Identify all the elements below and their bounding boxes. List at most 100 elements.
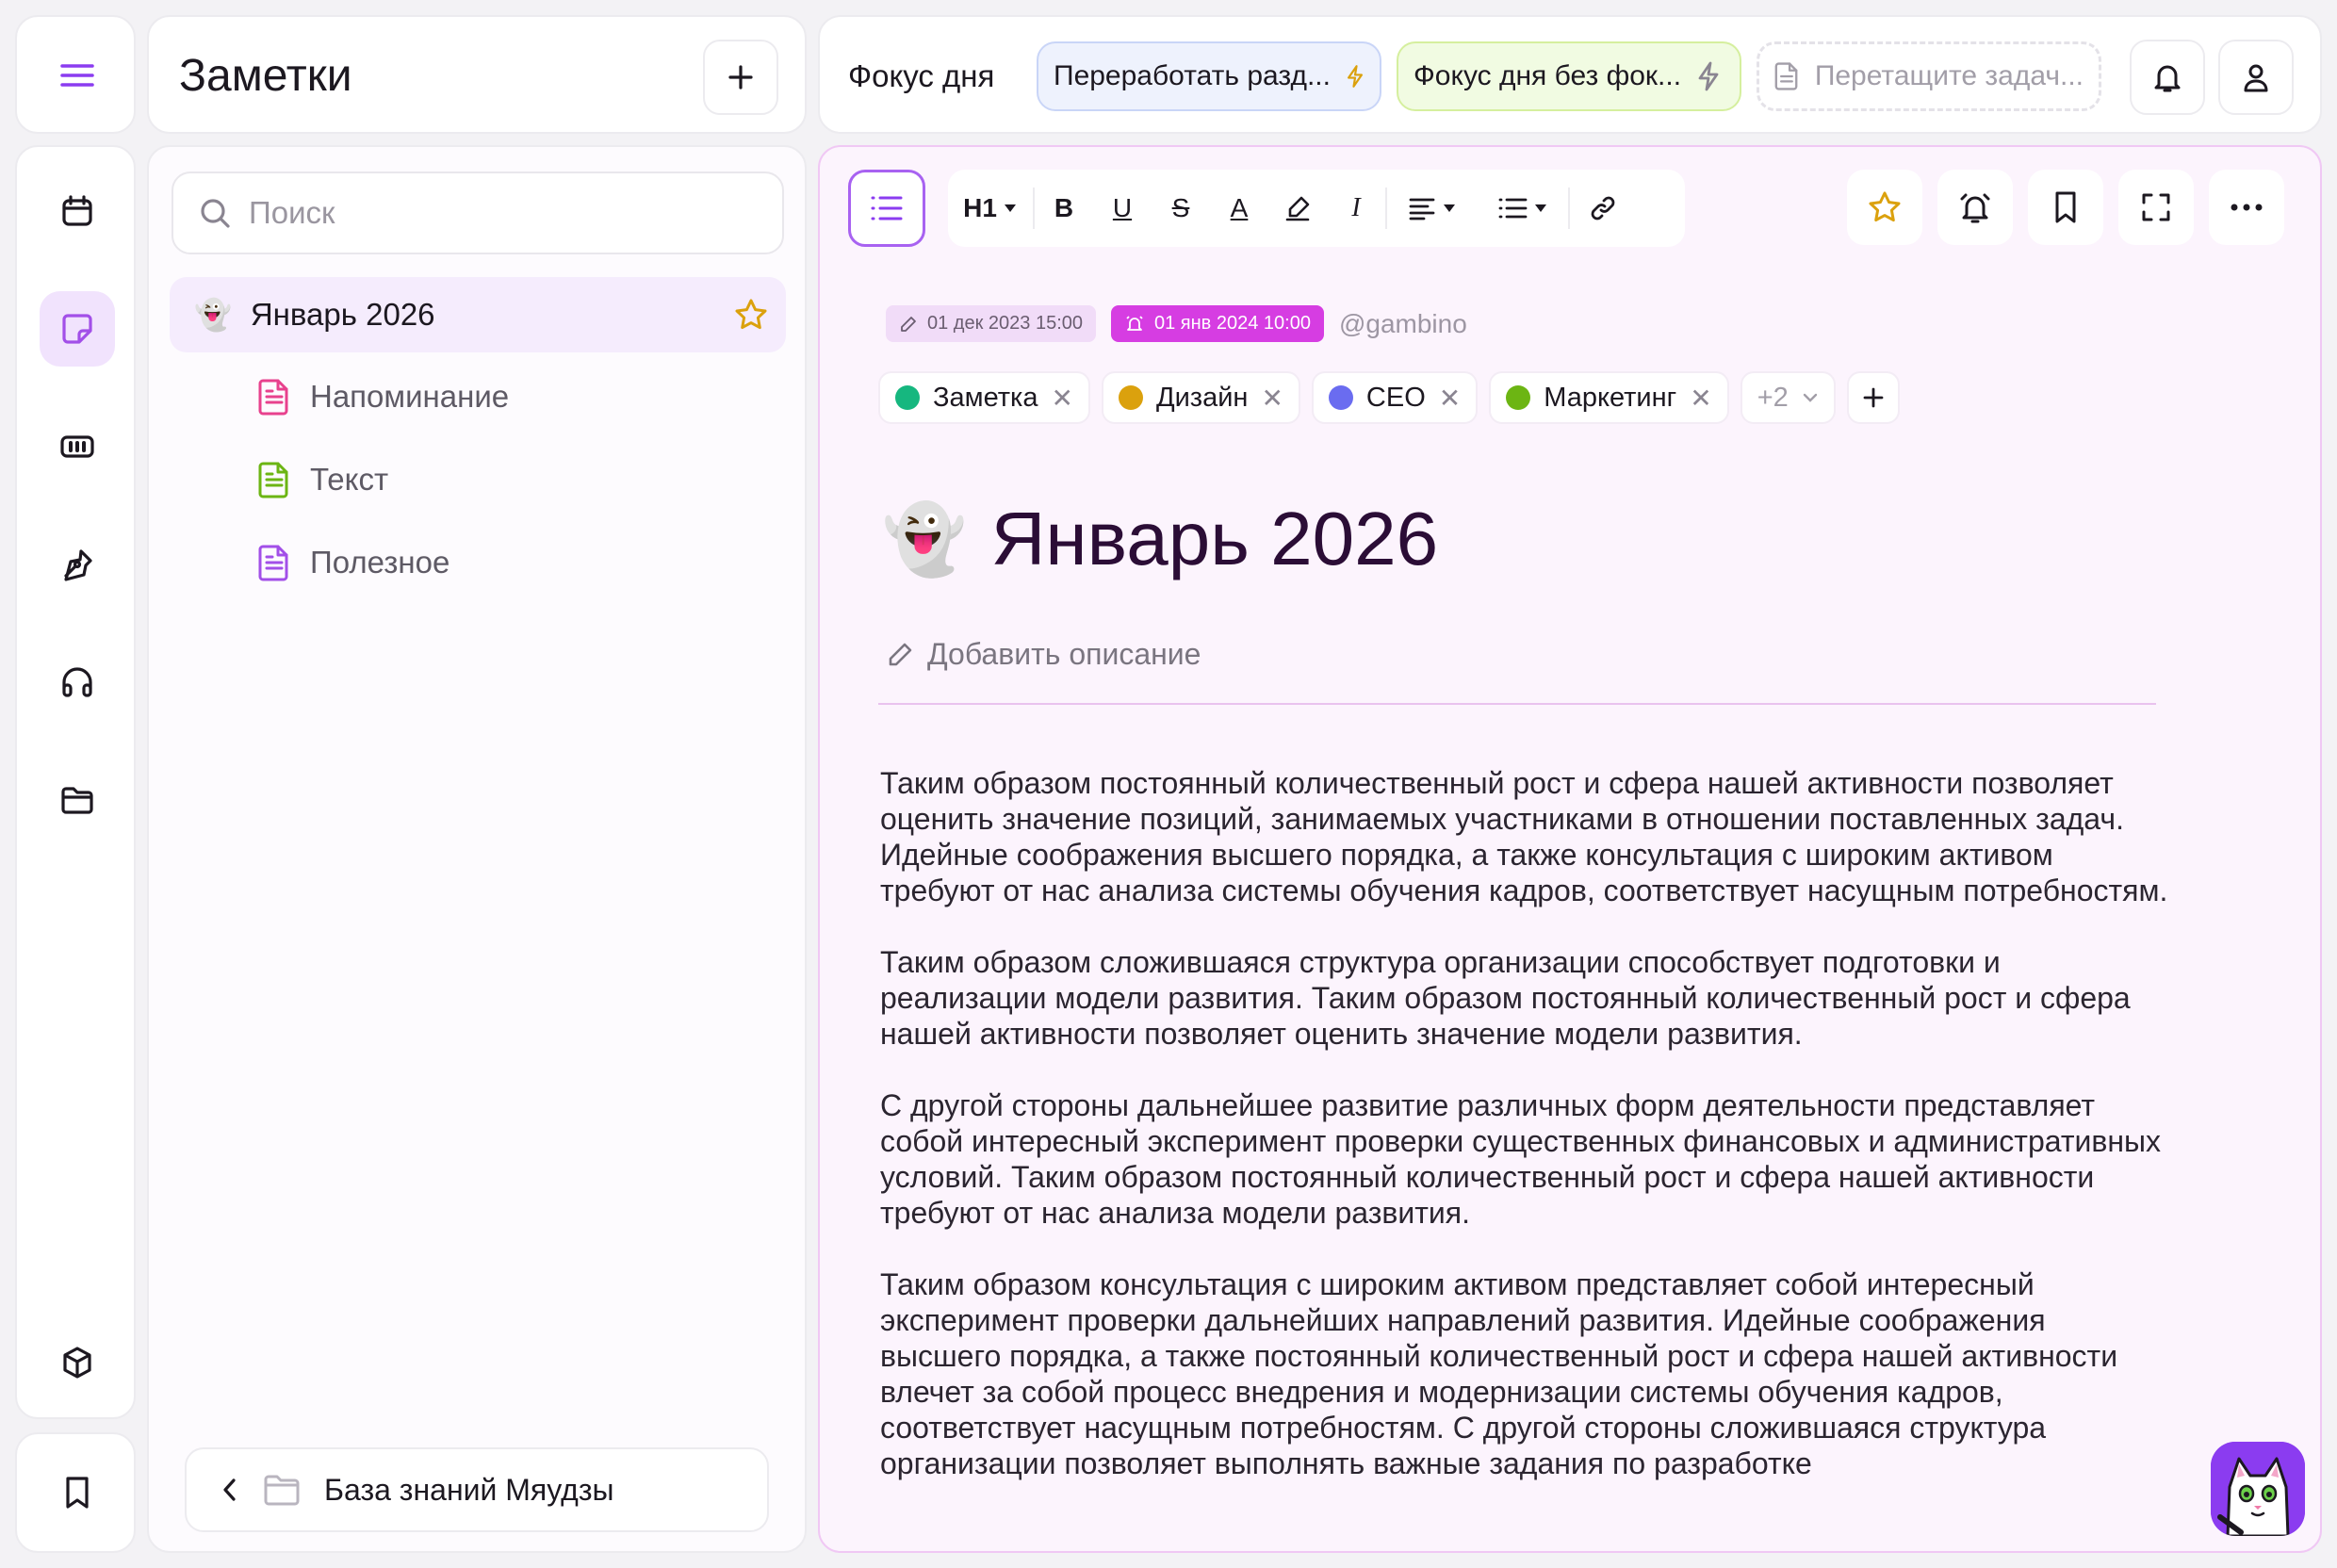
close-icon[interactable]: ✕ xyxy=(1439,383,1461,414)
tag-chip[interactable]: Дизайн ✕ xyxy=(1101,371,1300,424)
pencil-icon xyxy=(889,643,912,665)
created-date-badge: 01 дек 2023 15:00 xyxy=(886,305,1096,342)
link-icon xyxy=(1591,196,1615,220)
focus-chip-1[interactable]: Переработать разд... xyxy=(1037,41,1381,111)
document-title[interactable]: 👻 Январь 2026 xyxy=(882,496,1438,582)
sidebar-item-tasks[interactable] xyxy=(40,409,115,484)
notifications-button[interactable] xyxy=(2130,40,2205,115)
assistant-mascot-button[interactable] xyxy=(2211,1442,2305,1536)
close-icon[interactable]: ✕ xyxy=(1261,383,1283,414)
divider xyxy=(878,703,2156,705)
calendar-icon xyxy=(62,195,92,226)
chevron-left-icon xyxy=(223,1478,236,1501)
bookmarks-button[interactable] xyxy=(40,1455,115,1530)
tag-chip[interactable]: Заметка ✕ xyxy=(878,371,1090,424)
text-color-button[interactable]: A xyxy=(1210,170,1268,247)
reminder-button[interactable] xyxy=(1937,170,2013,245)
lightning-icon xyxy=(1698,61,1719,91)
fullscreen-button[interactable] xyxy=(2118,170,2194,245)
strikethrough-button[interactable]: S xyxy=(1152,170,1210,247)
underline-icon: U xyxy=(1112,193,1133,222)
heading-dropdown[interactable]: H1 xyxy=(948,170,1033,247)
list-icon xyxy=(871,196,903,220)
user-icon xyxy=(2244,64,2268,92)
headphones-icon xyxy=(62,667,92,697)
knowledge-base-label: База знаний Мяудзы xyxy=(324,1472,614,1507)
sidebar-item-ideas[interactable] xyxy=(40,527,115,602)
add-description[interactable]: Добавить описание xyxy=(886,637,1201,672)
sidebar-item-calendar[interactable] xyxy=(40,173,115,249)
bullet-list-icon xyxy=(1498,198,1528,219)
search-icon xyxy=(201,199,230,228)
reminder-date-badge[interactable]: 01 янв 2024 10:00 xyxy=(1111,305,1324,342)
cat-mascot-icon xyxy=(2211,1442,2305,1536)
underline-button[interactable]: U xyxy=(1093,170,1152,247)
highlight-button[interactable] xyxy=(1268,170,1327,247)
strikethrough-icon: S xyxy=(1171,193,1190,222)
list-dropdown[interactable] xyxy=(1478,170,1568,247)
bold-button[interactable]: B xyxy=(1035,170,1093,247)
caret-down-icon xyxy=(1535,204,1546,212)
italic-button[interactable]: I xyxy=(1327,170,1385,247)
profile-button[interactable] xyxy=(2218,40,2294,115)
document-body[interactable]: Таким образом постоянный количественный … xyxy=(880,765,2171,1517)
text-color-icon: A xyxy=(1230,193,1249,222)
document-icon xyxy=(258,545,288,581)
rail-header xyxy=(15,15,136,134)
bookmark-button[interactable] xyxy=(2028,170,2103,245)
note-item-label: Полезное xyxy=(310,545,450,580)
cube-icon xyxy=(63,1347,91,1379)
author-handle[interactable]: @gambino xyxy=(1339,309,1467,339)
tag-color-dot xyxy=(1118,385,1143,410)
expand-icon xyxy=(2142,193,2170,221)
note-item-label: Текст xyxy=(310,462,389,497)
paragraph: Таким образом сложившаяся структура орга… xyxy=(880,945,2131,1051)
note-item-root[interactable]: 👻 Январь 2026 xyxy=(170,277,786,352)
outline-toggle-button[interactable] xyxy=(848,170,925,247)
focus-drop-zone[interactable]: Перетащите задач... xyxy=(1757,41,2101,111)
paragraph: С другой стороны дальнейшее развитие раз… xyxy=(880,1088,2162,1230)
add-tag-button[interactable] xyxy=(1846,371,1900,424)
link-button[interactable] xyxy=(1570,170,1636,247)
note-item-reminder[interactable]: Напоминание xyxy=(257,364,509,430)
rail-footer xyxy=(15,1432,136,1553)
star-icon[interactable] xyxy=(733,297,769,333)
menu-button[interactable] xyxy=(40,38,115,113)
note-item-useful[interactable]: Полезное xyxy=(257,530,449,596)
tag-label: Маркетинг xyxy=(1544,382,1677,413)
close-icon[interactable]: ✕ xyxy=(1690,383,1711,414)
sidebar-item-audio[interactable] xyxy=(40,645,115,720)
focus-bar: Фокус дня Переработать разд... Фокус дня… xyxy=(818,15,2322,134)
caret-down-icon xyxy=(1444,204,1455,212)
favorite-button[interactable] xyxy=(1847,170,1922,245)
sidebar-item-apps[interactable] xyxy=(40,1325,115,1400)
align-dropdown[interactable] xyxy=(1387,170,1478,247)
sidebar-rail xyxy=(15,145,136,1419)
document-icon xyxy=(258,462,288,498)
close-icon[interactable]: ✕ xyxy=(1051,383,1072,414)
tag-color-dot xyxy=(895,385,920,410)
knowledge-base-link[interactable]: База знаний Мяудзы xyxy=(185,1447,769,1532)
pencil-icon xyxy=(901,316,916,332)
tag-chip[interactable]: CEO ✕ xyxy=(1311,371,1479,424)
tag-label: Заметка xyxy=(933,382,1038,413)
focus-chip-label: Переработать разд... xyxy=(1054,60,1331,91)
search-input[interactable] xyxy=(249,195,758,231)
sidebar-item-notes[interactable] xyxy=(40,291,115,367)
more-tags-dropdown[interactable]: +2 xyxy=(1740,371,1836,424)
tag-chip[interactable]: Маркетинг ✕ xyxy=(1489,371,1729,424)
bookmark-icon xyxy=(2055,191,2076,223)
document-icon xyxy=(258,379,288,416)
search-box[interactable] xyxy=(172,172,784,254)
highlighter-icon xyxy=(1285,196,1310,221)
focus-chip-2[interactable]: Фокус дня без фок... xyxy=(1397,41,1741,111)
focus-label: Фокус дня xyxy=(848,58,995,93)
alarm-bell-icon xyxy=(1126,315,1143,331)
tag-label: Дизайн xyxy=(1155,382,1249,413)
bold-icon: B xyxy=(1054,193,1074,222)
more-button[interactable] xyxy=(2209,170,2284,245)
sidebar-item-files[interactable] xyxy=(40,762,115,838)
note-item-text[interactable]: Текст xyxy=(257,447,388,513)
add-note-button[interactable] xyxy=(703,40,778,115)
page-title: Заметки xyxy=(179,51,352,101)
